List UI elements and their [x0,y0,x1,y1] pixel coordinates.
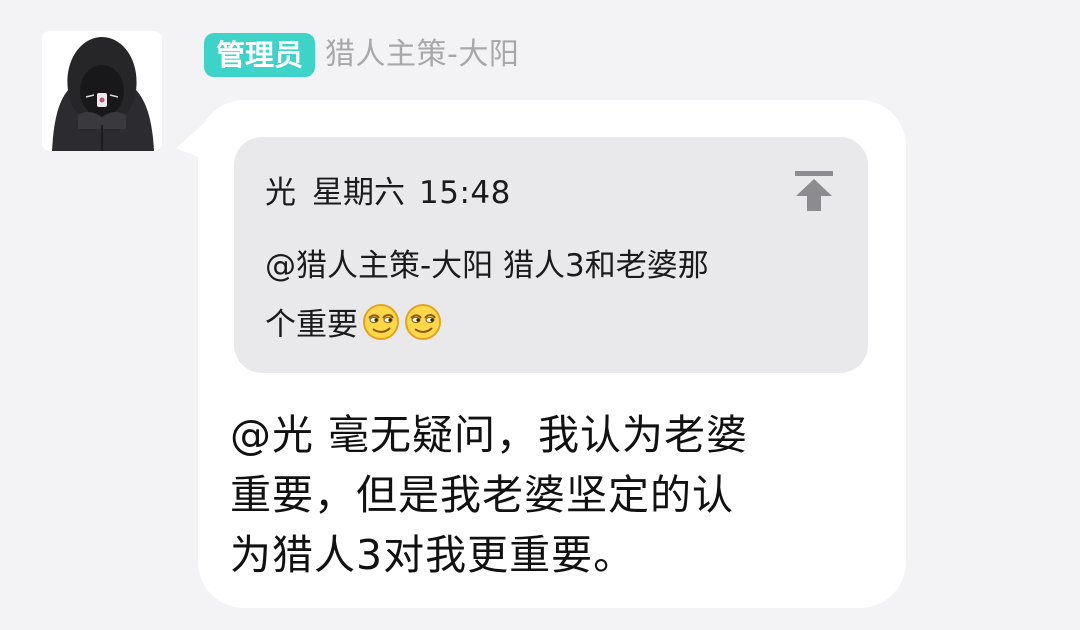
pin-to-top-icon[interactable] [794,170,834,212]
quote-author: 光 [265,175,296,211]
sender-header: 管理员 猎人主策-大阳 [204,33,519,77]
message-line: 为猎人3对我更重要。 [230,531,636,579]
smirk-emoji-icon [404,303,442,341]
quote-time: 15:48 [419,175,511,211]
quote-text-line1: @猎人主策-大阳 猎人3和老婆那 [265,248,709,284]
quote-text-line2: 个重要 [265,307,358,343]
smirk-emoji-icon [362,303,400,341]
message-line: 重要，但是我老婆坚定的认 [230,471,734,519]
hooded-figure-icon [42,31,162,151]
admin-badge: 管理员 [204,33,316,77]
quote-text-line2-row: 个重要 [265,294,442,349]
user-avatar[interactable] [42,31,162,151]
sender-name[interactable]: 猎人主策-大阳 [325,33,519,77]
quote-header: 光 星期六 15:48 [265,173,511,213]
message-line: @光 毫无疑问，我认为老婆 [230,411,749,459]
quoted-message[interactable]: 光 星期六 15:48 @猎人主策-大阳 猎人3和老婆那 个重要 [234,137,868,373]
message-bubble[interactable]: 光 星期六 15:48 @猎人主策-大阳 猎人3和老婆那 个重要 @光 毫无疑问… [198,100,906,608]
message-text: @光 毫无疑问，我认为老婆 重要，但是我老婆坚定的认 为猎人3对我更重要。 [230,405,870,585]
quote-day: 星期六 [312,175,405,211]
